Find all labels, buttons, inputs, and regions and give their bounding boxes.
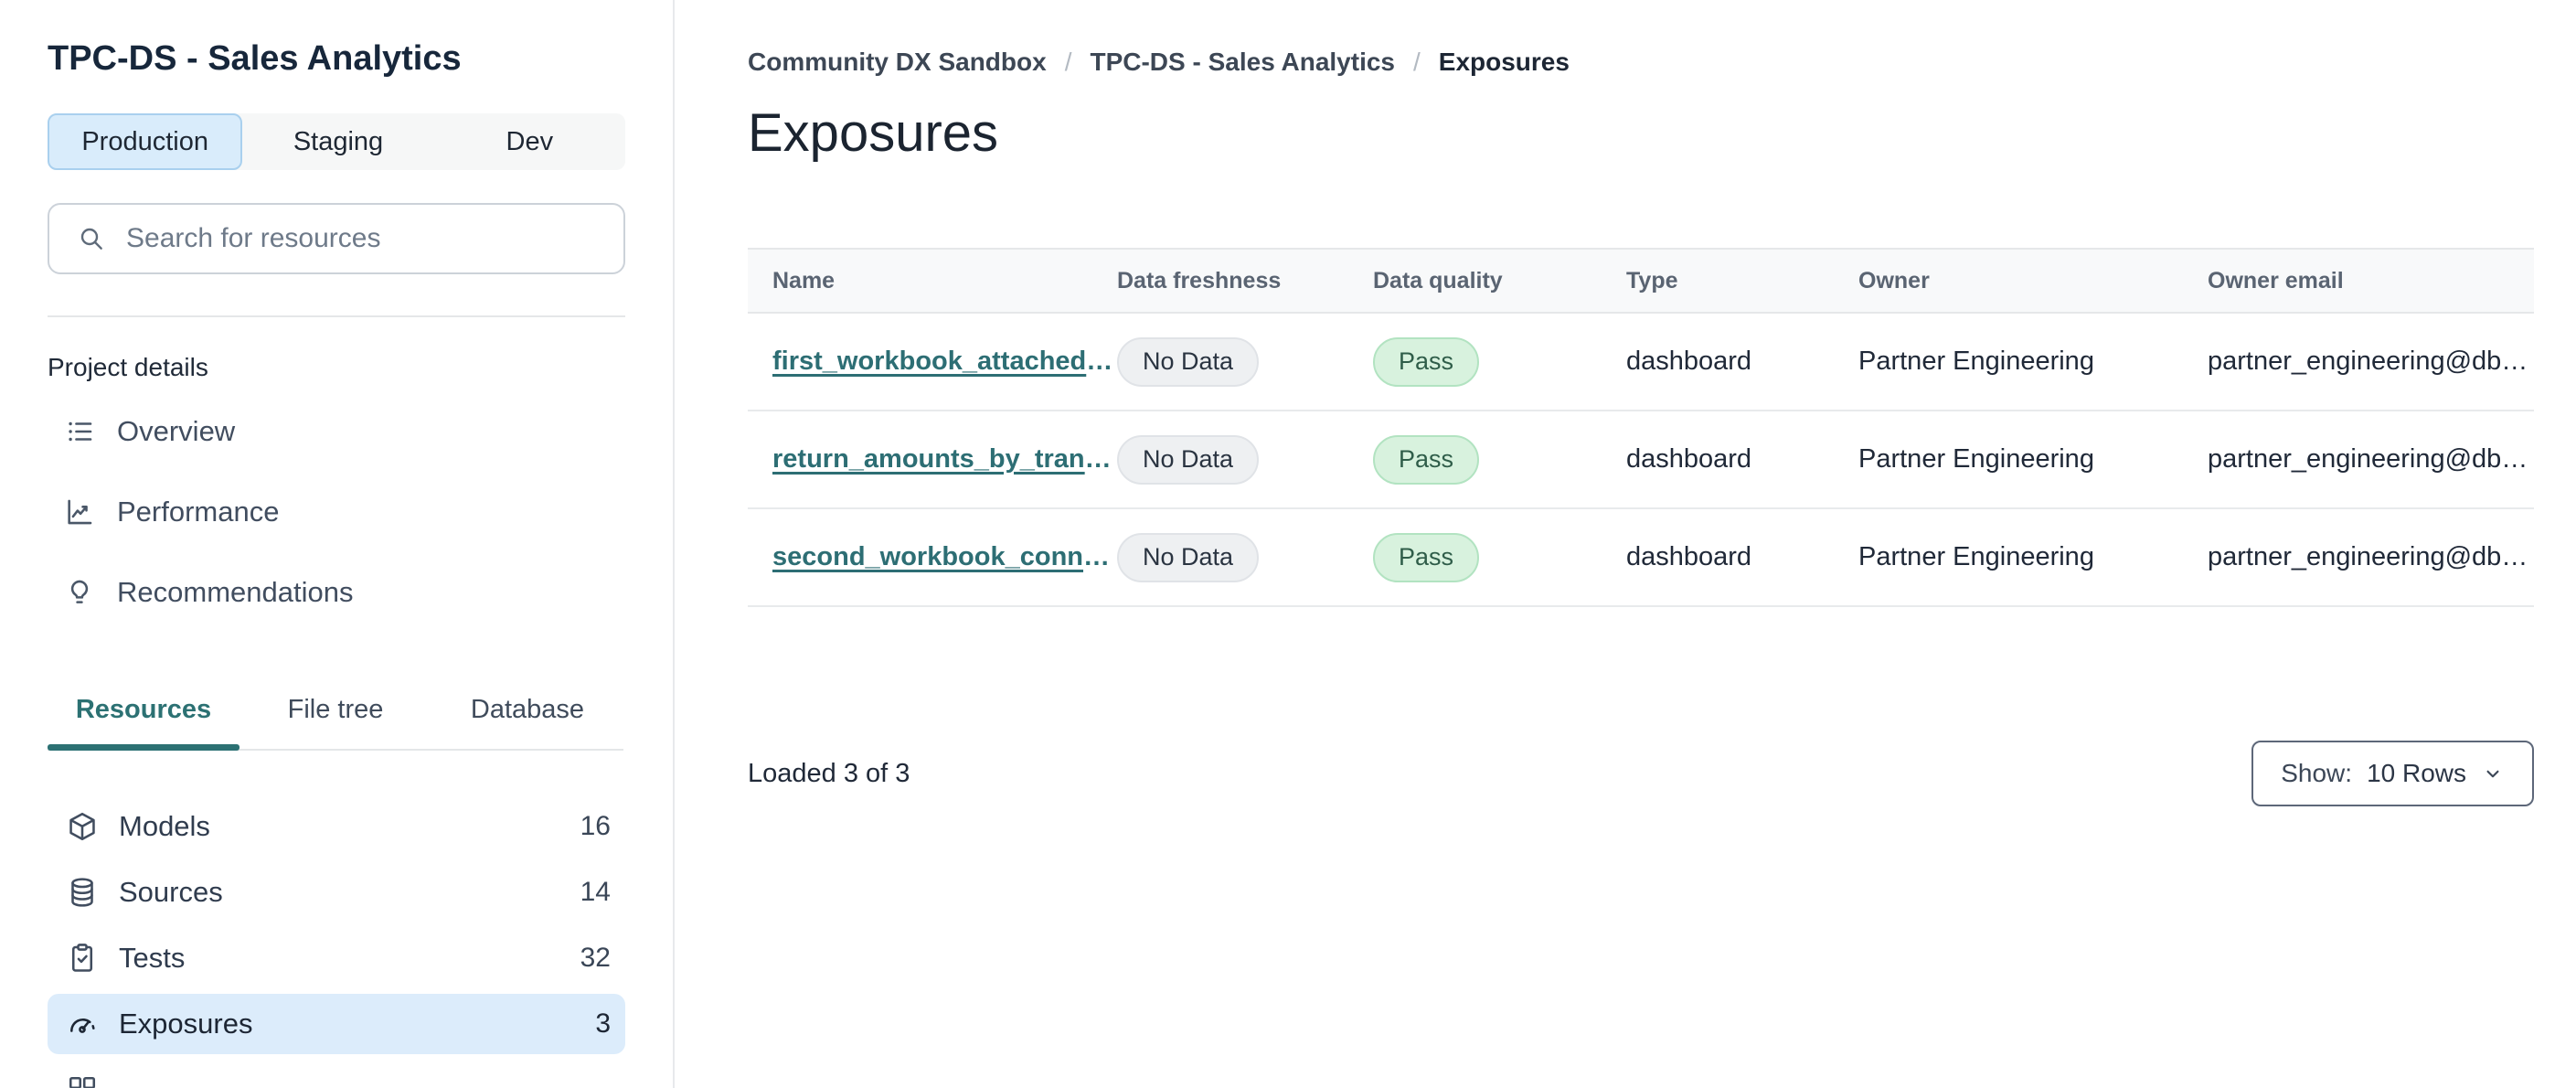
cube-icon [66,810,99,843]
loaded-status: Loaded 3 of 3 [748,758,910,788]
resource-count: 3 [595,1008,611,1039]
lightbulb-icon [64,577,95,608]
exposure-link[interactable]: second_workbook_conn… [772,542,1110,571]
breadcrumb-separator: / [1413,48,1421,76]
grid-icon [66,1073,99,1088]
list-icon [64,416,95,447]
main-content: Community DX Sandbox / TPC-DS - Sales An… [675,0,2576,1088]
resource-tabs: Resources File tree Database [48,678,623,751]
column-header-name: Name [772,267,836,293]
table-body: first_workbook_attached… No Data Pass da… [748,314,2534,607]
owner-cell: Partner Engineering [1858,542,2094,571]
nav-item-performance[interactable]: Performance [48,472,625,552]
column-header-type: Type [1626,267,1678,293]
freshness-badge: No Data [1117,336,1260,387]
truncation-ellipsis: … [1084,444,1112,474]
truncation-ellipsis: … [1086,347,1113,376]
tab-database[interactable]: Database [431,678,623,749]
resource-item-tests[interactable]: Tests 32 [48,928,625,988]
resource-list: Models 16 Sources 14 Tests 32 Exposures … [48,796,625,1088]
rows-per-page-dropdown[interactable]: Show: 10 Rows [2251,741,2534,806]
env-tab-production[interactable]: Production [48,113,243,170]
owner-email-cell: partner_engineering@dbt… [2208,444,2534,474]
env-tab-staging[interactable]: Staging [242,113,433,170]
database-icon [66,876,99,909]
column-header-data-quality: Data quality [1373,267,1503,293]
breadcrumb-current: Exposures [1438,48,1570,76]
breadcrumb-account[interactable]: Community DX Sandbox [748,46,1047,79]
owner-cell: Partner Engineering [1858,347,2094,376]
resource-label: Sources [119,876,223,908]
resource-count: 32 [580,943,611,973]
freshness-badge: No Data [1117,532,1260,582]
nav-label: Overview [117,415,236,447]
nav-item-overview[interactable]: Overview [48,391,625,472]
resource-item-models[interactable]: Models 16 [48,796,625,857]
type-cell: dashboard [1626,444,1752,474]
sidebar: TPC-DS - Sales Analytics Production Stag… [0,0,675,1088]
chevron-down-icon [2481,762,2505,785]
type-cell: dashboard [1626,542,1752,571]
quality-badge: Pass [1373,532,1480,582]
table-row: return_amounts_by_tran… No Data Pass das… [748,411,2534,509]
table-row: second_workbook_conn… No Data Pass dashb… [748,509,2534,607]
clipboard-check-icon [66,942,99,975]
breadcrumb-project[interactable]: TPC-DS - Sales Analytics [1090,46,1395,79]
nav-label: Recommendations [117,576,354,608]
resource-label: Tests [119,942,186,974]
column-header-data-freshness: Data freshness [1117,267,1282,293]
breadcrumb: Community DX Sandbox / TPC-DS - Sales An… [748,46,2534,79]
resource-search[interactable] [48,203,625,274]
show-value: 10 Rows [2367,759,2466,787]
env-tab-dev[interactable]: Dev [434,113,625,170]
table-row: first_workbook_attached… No Data Pass da… [748,314,2534,411]
project-nav: Overview Performance Recommendations [48,391,625,633]
chart-line-icon [64,496,95,528]
search-icon [77,224,106,253]
truncation-ellipsis: … [1083,542,1111,571]
show-label: Show: [2281,759,2353,787]
owner-email-cell: partner_engineering@dbt… [2208,542,2534,571]
app-window: TPC-DS - Sales Analytics Production Stag… [0,0,2576,1088]
quality-badge: Pass [1373,336,1480,387]
resource-label: Models [119,810,210,842]
column-header-owner-email: Owner email [2208,267,2344,293]
owner-cell: Partner Engineering [1858,444,2094,474]
nav-label: Performance [117,496,280,528]
table-header-row: Name Data freshness Data quality Type Ow… [748,248,2534,314]
type-cell: dashboard [1626,347,1752,376]
sidebar-divider [48,315,625,317]
exposure-link[interactable]: first_workbook_attached… [772,347,1112,376]
resource-item-partial[interactable] [48,1060,625,1088]
freshness-badge: No Data [1117,434,1260,485]
project-title: TPC-DS - Sales Analytics [48,39,462,78]
nav-item-recommendations[interactable]: Recommendations [48,552,625,633]
search-input[interactable] [126,223,596,254]
resource-item-sources[interactable]: Sources 14 [48,862,625,923]
resource-item-exposures[interactable]: Exposures 3 [48,994,625,1054]
resource-count: 14 [580,877,611,907]
environment-tabs: Production Staging Dev [48,113,625,170]
column-header-owner: Owner [1858,267,1930,293]
resource-count: 16 [580,811,611,841]
exposure-link[interactable]: return_amounts_by_tran… [772,444,1112,474]
page-title: Exposures [748,103,999,163]
tab-file-tree[interactable]: File tree [240,678,431,749]
table-footer: Loaded 3 of 3 Show: 10 Rows [748,741,2534,806]
breadcrumb-separator: / [1064,48,1072,76]
project-details-label: Project details [48,353,208,381]
tab-resources[interactable]: Resources [48,678,240,751]
gauge-icon [66,1008,99,1040]
exposures-table: Name Data freshness Data quality Type Ow… [748,248,2534,607]
quality-badge: Pass [1373,434,1480,485]
resource-label: Exposures [119,1008,253,1040]
owner-email-cell: partner_engineering@dbt… [2208,347,2534,376]
